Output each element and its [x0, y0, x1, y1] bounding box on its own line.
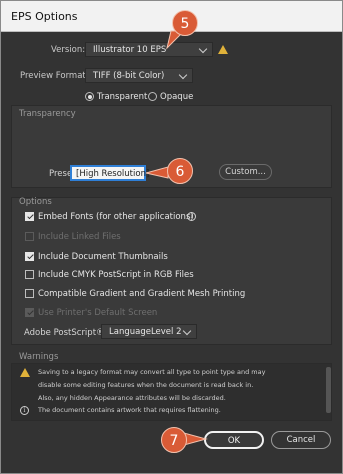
- callout-badge-5: 5: [172, 10, 198, 36]
- callout-badge-7: 7: [161, 427, 187, 453]
- callout-badge-6: 6: [167, 158, 193, 184]
- callout-arrow-6: [145, 166, 169, 179]
- eps-options-dialog: EPS Options Version: Illustrator 10 EPS …: [0, 0, 343, 474]
- callout-arrows: [145, 30, 208, 446]
- callout-arrow-7: [183, 432, 208, 446]
